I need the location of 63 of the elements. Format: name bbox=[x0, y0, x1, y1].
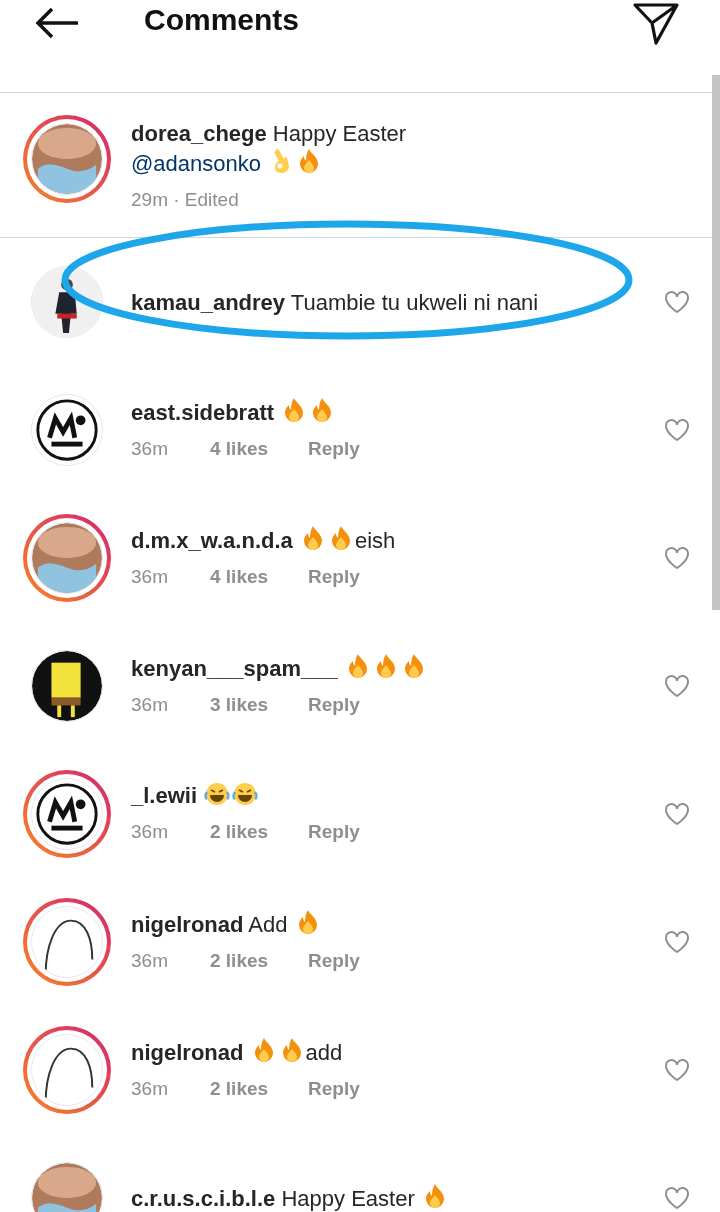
heart-icon bbox=[664, 802, 690, 826]
comment-text: _l.ewii bbox=[131, 781, 664, 811]
comment-time: 36m bbox=[131, 436, 169, 461]
fire-icon bbox=[402, 652, 425, 679]
comment-text: kamau_andrey Tuambie tu ukweli ni nani bbox=[131, 288, 540, 317]
heart-icon bbox=[664, 930, 690, 954]
like-button[interactable] bbox=[664, 546, 690, 570]
fire-icon bbox=[311, 396, 334, 423]
like-button[interactable] bbox=[664, 1186, 690, 1210]
fire-icon bbox=[298, 148, 321, 174]
fire-icon bbox=[346, 652, 369, 679]
heart-icon bbox=[664, 418, 690, 442]
reply-link[interactable]: Reply bbox=[308, 818, 360, 847]
likes-count[interactable]: 2 likes bbox=[210, 818, 308, 847]
fire-icon bbox=[374, 652, 397, 679]
heart-icon bbox=[664, 1186, 690, 1210]
reply-link[interactable]: Reply bbox=[308, 690, 360, 720]
fire-icon bbox=[252, 1036, 275, 1063]
fire-icon bbox=[280, 1036, 303, 1063]
comment-time: 36m bbox=[131, 692, 169, 717]
likes-count[interactable]: 4 likes bbox=[210, 562, 308, 592]
fire-icon bbox=[329, 524, 352, 551]
comment-text: east.sidebratt bbox=[131, 396, 664, 427]
laughing-face-icon bbox=[232, 781, 259, 808]
comment-text: nigelronad add bbox=[131, 1036, 664, 1067]
reply-link[interactable]: Reply bbox=[308, 946, 360, 976]
likes-count[interactable]: 3 likes bbox=[210, 690, 308, 720]
like-button[interactable] bbox=[664, 290, 690, 314]
like-button[interactable] bbox=[664, 1058, 690, 1082]
reply-link[interactable]: Reply bbox=[308, 1074, 360, 1104]
reply-link[interactable]: Reply bbox=[308, 434, 360, 464]
likes-count[interactable]: 4 likes bbox=[210, 434, 308, 464]
comment-text: d.m.x_w.a.n.d.a eish bbox=[131, 524, 664, 555]
comment-time: 36m bbox=[131, 564, 169, 589]
like-button[interactable] bbox=[664, 418, 690, 442]
heart-icon bbox=[664, 546, 690, 570]
comment-text: c.r.u.s.c.i.b.l.e Happy Easter bbox=[131, 1183, 664, 1212]
share-button[interactable] bbox=[632, 2, 680, 46]
heart-icon bbox=[664, 674, 690, 698]
back-button[interactable] bbox=[34, 6, 80, 40]
fire-icon bbox=[283, 396, 306, 423]
back-arrow-icon bbox=[34, 6, 80, 40]
laughing-face-icon bbox=[204, 781, 231, 808]
comment-text: dorea_chege Happy Easter @adansonko bbox=[131, 120, 407, 178]
likes-count[interactable]: 2 likes bbox=[210, 946, 308, 976]
reply-link[interactable]: Reply bbox=[308, 562, 360, 592]
fire-icon bbox=[423, 1183, 446, 1209]
comment-text: nigelronad Add bbox=[131, 908, 664, 939]
like-button[interactable] bbox=[664, 802, 690, 826]
send-icon bbox=[632, 2, 680, 46]
comment-time: 36m bbox=[131, 948, 169, 973]
page-title: Comments bbox=[144, 2, 300, 38]
heart-icon bbox=[664, 290, 690, 314]
likes-count[interactable]: 2 likes bbox=[210, 1074, 308, 1104]
comment-time: 29m · Edited bbox=[131, 188, 240, 212]
comment-time: 36m bbox=[131, 820, 169, 845]
comment-text: kenyan___spam___ bbox=[131, 652, 664, 683]
heart-icon bbox=[664, 1058, 690, 1082]
fire-icon bbox=[301, 524, 324, 551]
comment-time: 36m bbox=[131, 1076, 169, 1101]
like-button[interactable] bbox=[664, 930, 690, 954]
like-button[interactable] bbox=[664, 674, 690, 698]
fire-icon bbox=[296, 908, 319, 935]
